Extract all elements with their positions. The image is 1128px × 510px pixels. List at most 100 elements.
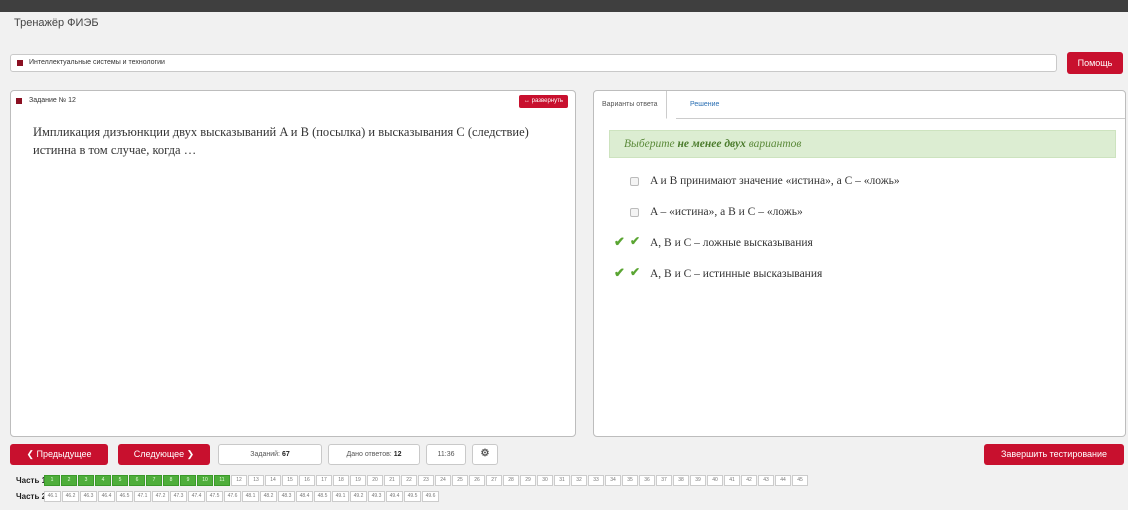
question-cell[interactable]: 43 xyxy=(758,475,774,486)
question-cell[interactable]: 47.2 xyxy=(152,491,169,502)
subject-marker-icon xyxy=(17,60,23,66)
answer-hint: Выберите не менее двух вариантов xyxy=(609,130,1116,158)
question-cell[interactable]: 35 xyxy=(622,475,638,486)
correct-check-icon: ✔ xyxy=(614,234,625,249)
question-cell[interactable]: 49.2 xyxy=(350,491,367,502)
question-cell[interactable]: 48.2 xyxy=(260,491,277,502)
question-cell[interactable]: 47.5 xyxy=(206,491,223,502)
question-cell[interactable]: 22 xyxy=(401,475,417,486)
question-cell[interactable]: 23 xyxy=(418,475,434,486)
tasks-count-value: 67 xyxy=(281,451,290,458)
question-cell[interactable]: 25 xyxy=(452,475,468,486)
previous-button[interactable]: ❮ Предыдущее xyxy=(10,444,108,465)
part-1-cells: 1 2 3 4 5 6 7 8 9 10 11 12 13 14 15 16 17 18 19 20 21 22 23 24 2… xyxy=(44,475,809,486)
question-cell[interactable]: 47.6 xyxy=(224,491,241,502)
tasks-count: Заданий: 67 xyxy=(218,444,322,465)
question-cell[interactable]: 38 xyxy=(673,475,689,486)
question-cell[interactable]: 48.3 xyxy=(278,491,295,502)
answer-panel: Варианты ответа Решение Выберите не мене… xyxy=(593,90,1126,437)
question-cell[interactable]: 46.2 xyxy=(62,491,79,502)
question-cell[interactable]: 16 xyxy=(299,475,315,486)
question-cell[interactable]: 49.6 xyxy=(422,491,439,502)
question-cell[interactable]: 46.5 xyxy=(116,491,133,502)
question-cell[interactable]: 45 xyxy=(792,475,808,486)
question-cell[interactable]: 47.3 xyxy=(170,491,187,502)
question-cell[interactable]: 12 xyxy=(231,475,247,486)
question-cell[interactable]: 6 xyxy=(129,475,145,486)
question-cell[interactable]: 48.5 xyxy=(314,491,331,502)
question-cell[interactable]: 14 xyxy=(265,475,281,486)
tab-divider xyxy=(676,118,1125,119)
question-cell[interactable]: 46.3 xyxy=(80,491,97,502)
question-cell[interactable]: 4 xyxy=(95,475,111,486)
question-cell[interactable]: 19 xyxy=(350,475,366,486)
question-cell[interactable]: 46.4 xyxy=(98,491,115,502)
question-cell[interactable]: 46.1 xyxy=(44,491,61,502)
subject-name: Интеллектуальные системы и технологии xyxy=(29,59,165,66)
question-cell[interactable]: 33 xyxy=(588,475,604,486)
question-cell[interactable]: 49.3 xyxy=(368,491,385,502)
question-cell[interactable]: 31 xyxy=(554,475,570,486)
task-text: Импликация дизъюнкции двух высказываний … xyxy=(33,125,529,157)
option-text: A – «истина», а B и C – «ложь» xyxy=(650,206,803,218)
question-cell[interactable]: 20 xyxy=(367,475,383,486)
top-bar xyxy=(0,0,1128,12)
question-cell[interactable]: 2 xyxy=(61,475,77,486)
expand-button[interactable]: ↔ развернуть xyxy=(518,95,568,108)
question-cell[interactable]: 48.1 xyxy=(242,491,259,502)
question-cell[interactable]: 8 xyxy=(163,475,179,486)
part-label: Часть 2 xyxy=(16,492,47,501)
question-cell[interactable]: 9 xyxy=(180,475,196,486)
question-cell[interactable]: 21 xyxy=(384,475,400,486)
question-cell[interactable]: 44 xyxy=(775,475,791,486)
task-heading: Задание № 12 xyxy=(29,97,76,104)
timer: 11:36 xyxy=(426,444,466,465)
question-cell[interactable]: 49.4 xyxy=(386,491,403,502)
part-label: Часть 1 xyxy=(16,476,47,485)
question-cell[interactable]: 37 xyxy=(656,475,672,486)
correct-check-icon: ✔ xyxy=(614,265,625,280)
question-cell[interactable]: 49.5 xyxy=(404,491,421,502)
app-title: Тренажёр ФИЭБ xyxy=(14,17,99,29)
question-cell[interactable]: 32 xyxy=(571,475,587,486)
question-cell[interactable]: 5 xyxy=(112,475,128,486)
question-cell[interactable]: 48.4 xyxy=(296,491,313,502)
question-cell[interactable]: 49.1 xyxy=(332,491,349,502)
checkbox-unchecked-icon[interactable] xyxy=(630,177,639,186)
question-cell[interactable]: 39 xyxy=(690,475,706,486)
answers-count-value: 12 xyxy=(393,451,402,458)
question-cell[interactable]: 34 xyxy=(605,475,621,486)
question-cell[interactable]: 36 xyxy=(639,475,655,486)
question-cell[interactable]: 41 xyxy=(724,475,740,486)
question-cell[interactable]: 27 xyxy=(486,475,502,486)
tab-solution[interactable]: Решение xyxy=(682,91,727,119)
question-cell[interactable]: 7 xyxy=(146,475,162,486)
question-cell[interactable]: 42 xyxy=(741,475,757,486)
question-cell[interactable]: 30 xyxy=(537,475,553,486)
checkbox-checked-icon[interactable]: ✔ xyxy=(630,265,640,280)
question-cell[interactable]: 15 xyxy=(282,475,298,486)
question-cell[interactable]: 47.1 xyxy=(134,491,151,502)
option-text: A, B и C – ложные высказывания xyxy=(650,237,813,249)
question-cell[interactable]: 17 xyxy=(316,475,332,486)
checkbox-unchecked-icon[interactable] xyxy=(630,208,639,217)
question-cell[interactable]: 13 xyxy=(248,475,264,486)
checkbox-checked-icon[interactable]: ✔ xyxy=(630,234,640,249)
next-button[interactable]: Следующее ❯ xyxy=(118,444,210,465)
question-cell[interactable]: 11 xyxy=(214,475,230,486)
gear-icon[interactable]: ⚙ xyxy=(472,444,498,465)
question-cell[interactable]: 1 xyxy=(44,475,60,486)
question-cell[interactable]: 18 xyxy=(333,475,349,486)
question-cell[interactable]: 29 xyxy=(520,475,536,486)
finish-test-button[interactable]: Завершить тестирование xyxy=(984,444,1124,465)
question-cell[interactable]: 3 xyxy=(78,475,94,486)
option-text: A, B и C – истинные высказывания xyxy=(650,268,823,280)
question-cell[interactable]: 10 xyxy=(197,475,213,486)
question-cell[interactable]: 28 xyxy=(503,475,519,486)
tab-variants[interactable]: Варианты ответа xyxy=(594,91,667,119)
help-button[interactable]: Помощь xyxy=(1067,52,1123,74)
question-cell[interactable]: 26 xyxy=(469,475,485,486)
question-cell[interactable]: 47.4 xyxy=(188,491,205,502)
question-cell[interactable]: 24 xyxy=(435,475,451,486)
question-cell[interactable]: 40 xyxy=(707,475,723,486)
